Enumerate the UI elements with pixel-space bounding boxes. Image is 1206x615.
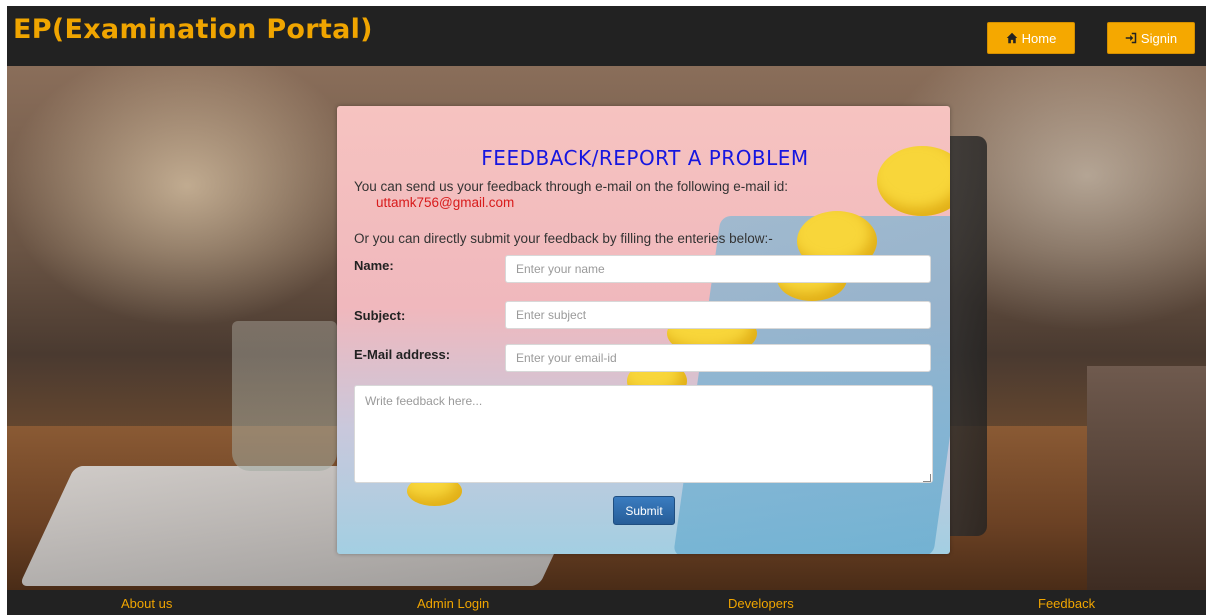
home-icon (1006, 32, 1017, 44)
brand-title[interactable]: EP(Examination Portal) (13, 14, 373, 45)
subject-input[interactable] (505, 301, 931, 329)
signin-button-label: Signin (1140, 30, 1178, 46)
page-frame: EP(Examination Portal) Home Signin FEEDB… (7, 6, 1206, 615)
feedback-intro: You can send us your feedback through e-… (354, 179, 789, 194)
email-label: E-Mail address: (354, 347, 451, 362)
email-input[interactable] (505, 344, 931, 372)
name-label: Name: (354, 258, 394, 273)
home-button-label: Home (1021, 30, 1057, 46)
submit-button[interactable]: Submit (613, 496, 675, 525)
feedback-intro-form: Or you can directly submit your feedback… (354, 231, 773, 246)
name-input[interactable] (505, 255, 931, 283)
top-navbar: EP(Examination Portal) Home Signin (7, 6, 1206, 66)
footer-link-feedback[interactable]: Feedback (1038, 596, 1095, 611)
footer-link-developers[interactable]: Developers (728, 596, 794, 611)
hero-background: FEEDBACK/REPORT A PROBLEM You can send u… (7, 66, 1206, 590)
signin-button[interactable]: Signin (1107, 22, 1195, 54)
sign-in-icon (1125, 32, 1137, 44)
feedback-card: FEEDBACK/REPORT A PROBLEM You can send u… (337, 106, 950, 554)
footer-link-about-us[interactable]: About us (121, 596, 172, 611)
background-object (1087, 366, 1206, 590)
feedback-textarea[interactable] (354, 385, 933, 483)
resize-handle[interactable] (923, 474, 931, 482)
water-glass-image (232, 321, 337, 471)
footer-link-admin-login[interactable]: Admin Login (417, 596, 489, 611)
star-decoration (877, 146, 950, 216)
feedback-title: FEEDBACK/REPORT A PROBLEM (481, 146, 809, 170)
feedback-email: uttamk756@gmail.com (376, 195, 515, 210)
footer-bar: About us Admin Login Developers Feedback (7, 590, 1206, 615)
subject-label: Subject: (354, 308, 406, 323)
home-button[interactable]: Home (987, 22, 1075, 54)
